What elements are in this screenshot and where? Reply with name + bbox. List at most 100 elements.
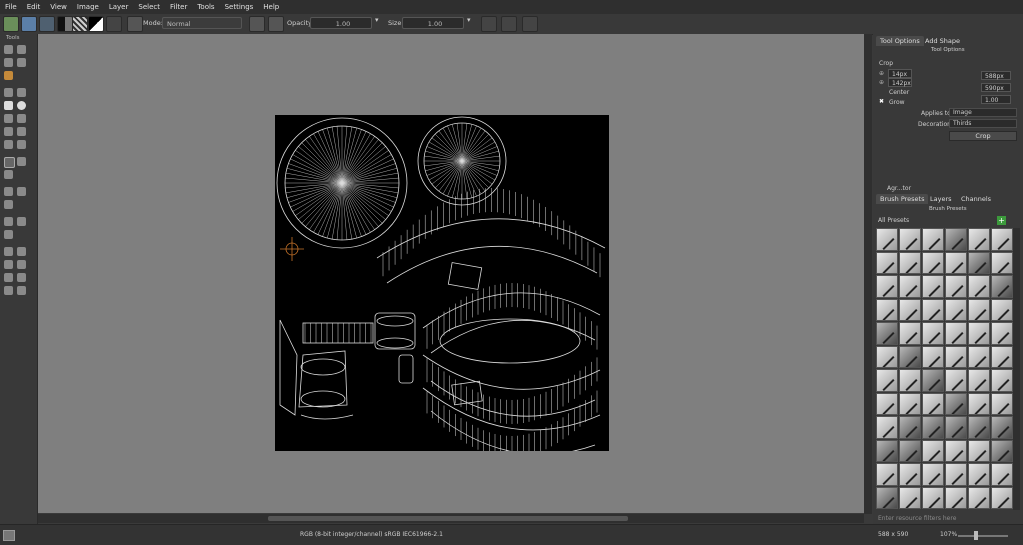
horizontal-scroll-thumb[interactable]	[268, 516, 628, 521]
brush-preset-thumbnail[interactable]	[899, 369, 921, 392]
tab-tool-options[interactable]: Tool Options	[876, 36, 924, 46]
crop-height-input[interactable]: 590px	[981, 83, 1011, 92]
color-swap-icon[interactable]	[88, 16, 104, 32]
eraser-mode-icon[interactable]	[249, 16, 265, 32]
blend-mode-select[interactable]: Normal	[162, 17, 242, 29]
brush-preset-thumbnail[interactable]	[899, 322, 921, 345]
brush-preset-thumbnail[interactable]	[945, 392, 967, 415]
brush-preset-thumbnail[interactable]	[876, 228, 898, 251]
brush-preset-thumbnail[interactable]	[922, 345, 944, 368]
menu-layer[interactable]: Layer	[104, 0, 134, 14]
line-tool-icon[interactable]	[4, 88, 13, 97]
size-arrow-icon[interactable]: ▾	[467, 16, 475, 30]
resource-filter-input[interactable]: Enter resource filters here	[878, 515, 956, 522]
preserve-alpha-icon[interactable]	[106, 16, 122, 32]
brush-preset-thumbnail[interactable]	[922, 486, 944, 509]
new-document-icon[interactable]	[3, 16, 19, 32]
grow-checkbox-label[interactable]: Grow	[889, 99, 905, 106]
freehand-path-tool-icon[interactable]	[17, 127, 26, 136]
rect-shape-tool-icon[interactable]	[4, 101, 13, 110]
alpha-lock-icon[interactable]	[268, 16, 284, 32]
brush-preset-thumbnail[interactable]	[876, 486, 898, 509]
brush-preset-thumbnail[interactable]	[991, 439, 1013, 462]
brush-preset-thumbnail[interactable]	[876, 298, 898, 321]
dynamic-brush-tool-icon[interactable]	[4, 140, 13, 149]
vertical-scrollbar[interactable]	[864, 34, 872, 514]
brush-preset-thumbnail[interactable]	[991, 251, 1013, 274]
polygon-tool-icon[interactable]	[4, 114, 13, 123]
doc-info-icon[interactable]	[3, 530, 15, 541]
brush-preset-thumbnail[interactable]	[991, 345, 1013, 368]
magnetic-select-tool-icon[interactable]	[17, 286, 26, 295]
brush-preset-thumbnail[interactable]	[968, 486, 990, 509]
brush-preset-thumbnail[interactable]	[922, 251, 944, 274]
menu-filter[interactable]: Filter	[165, 0, 192, 14]
menu-view[interactable]: View	[45, 0, 72, 14]
grid-tool-icon[interactable]	[4, 230, 13, 239]
brush-preset-thumbnail[interactable]	[991, 392, 1013, 415]
polyline-tool-icon[interactable]	[17, 114, 26, 123]
open-document-icon[interactable]	[21, 16, 37, 32]
brush-preset-thumbnail[interactable]	[922, 369, 944, 392]
rect-select-tool-icon[interactable]	[4, 247, 13, 256]
brush-preset-thumbnail[interactable]	[991, 416, 1013, 439]
brush-preset-thumbnail[interactable]	[968, 369, 990, 392]
size-slider[interactable]: 1.00	[402, 17, 464, 29]
mirror-horizontal-icon[interactable]	[481, 16, 497, 32]
brush-preset-thumbnail[interactable]	[945, 439, 967, 462]
color-picker-tool-icon[interactable]	[17, 187, 26, 196]
menu-settings[interactable]: Settings	[220, 0, 259, 14]
calligraphy-tool-icon[interactable]	[17, 58, 26, 67]
brush-preset-thumbnail[interactable]	[968, 322, 990, 345]
menu-select[interactable]: Select	[133, 0, 165, 14]
transform-tool-icon[interactable]	[4, 170, 13, 179]
opacity-arrow-icon[interactable]: ▾	[375, 16, 383, 30]
brush-settings-icon[interactable]	[127, 16, 143, 32]
preset-scrollbar[interactable]	[1013, 228, 1020, 510]
contiguous-select-tool-icon[interactable]	[4, 273, 13, 282]
brush-preset-thumbnail[interactable]	[876, 439, 898, 462]
brush-preset-thumbnail[interactable]	[991, 275, 1013, 298]
save-document-icon[interactable]	[39, 16, 55, 32]
brush-preset-thumbnail[interactable]	[922, 416, 944, 439]
brush-preset-thumbnail[interactable]	[922, 275, 944, 298]
brush-preset-thumbnail[interactable]	[899, 345, 921, 368]
mirror-vertical-icon[interactable]	[501, 16, 517, 32]
menu-image[interactable]: Image	[72, 0, 104, 14]
select-shapes-tool-icon[interactable]	[4, 45, 13, 54]
brush-preset-thumbnail[interactable]	[945, 298, 967, 321]
zoom-slider[interactable]	[958, 535, 1008, 537]
brush-preset-thumbnail[interactable]	[899, 486, 921, 509]
ellipse-tool-icon[interactable]	[17, 101, 26, 110]
preset-filter-select[interactable]: All Presets	[878, 217, 909, 224]
bezier-select-tool-icon[interactable]	[4, 286, 13, 295]
tab-brush-presets[interactable]: Brush Presets	[876, 194, 929, 204]
brush-preset-thumbnail[interactable]	[945, 345, 967, 368]
brush-preset-thumbnail[interactable]	[968, 463, 990, 486]
brush-preset-thumbnail[interactable]	[991, 298, 1013, 321]
tab-channels[interactable]: Channels	[957, 194, 995, 204]
brush-preset-thumbnail[interactable]	[922, 463, 944, 486]
ellipse-select-tool-icon[interactable]	[17, 247, 26, 256]
brush-preset-thumbnail[interactable]	[991, 228, 1013, 251]
edit-shapes-tool-icon[interactable]	[17, 45, 26, 54]
measure-tool-icon[interactable]	[4, 217, 13, 226]
crop-tool-icon[interactable]	[4, 157, 15, 168]
brush-preset-thumbnail[interactable]	[876, 345, 898, 368]
crop-ratio-input[interactable]: 1.00	[981, 95, 1011, 104]
move-tool-icon[interactable]	[17, 157, 26, 166]
smart-patch-tool-icon[interactable]	[4, 187, 13, 196]
brush-preset-thumbnail[interactable]	[922, 298, 944, 321]
brush-preset-thumbnail[interactable]	[922, 322, 944, 345]
bezier-tool-icon[interactable]	[4, 127, 13, 136]
brush-preset-thumbnail[interactable]	[876, 463, 898, 486]
brush-preset-thumbnail[interactable]	[899, 416, 921, 439]
brush-preset-thumbnail[interactable]	[991, 486, 1013, 509]
tab-add-shape[interactable]: Add Shape	[921, 36, 964, 46]
workspace-icon[interactable]	[522, 16, 538, 32]
brush-preset-thumbnail[interactable]	[945, 369, 967, 392]
menu-tools[interactable]: Tools	[192, 0, 219, 14]
brush-preset-thumbnail[interactable]	[945, 322, 967, 345]
brush-preset-thumbnail[interactable]	[945, 275, 967, 298]
brush-preset-thumbnail[interactable]	[968, 345, 990, 368]
